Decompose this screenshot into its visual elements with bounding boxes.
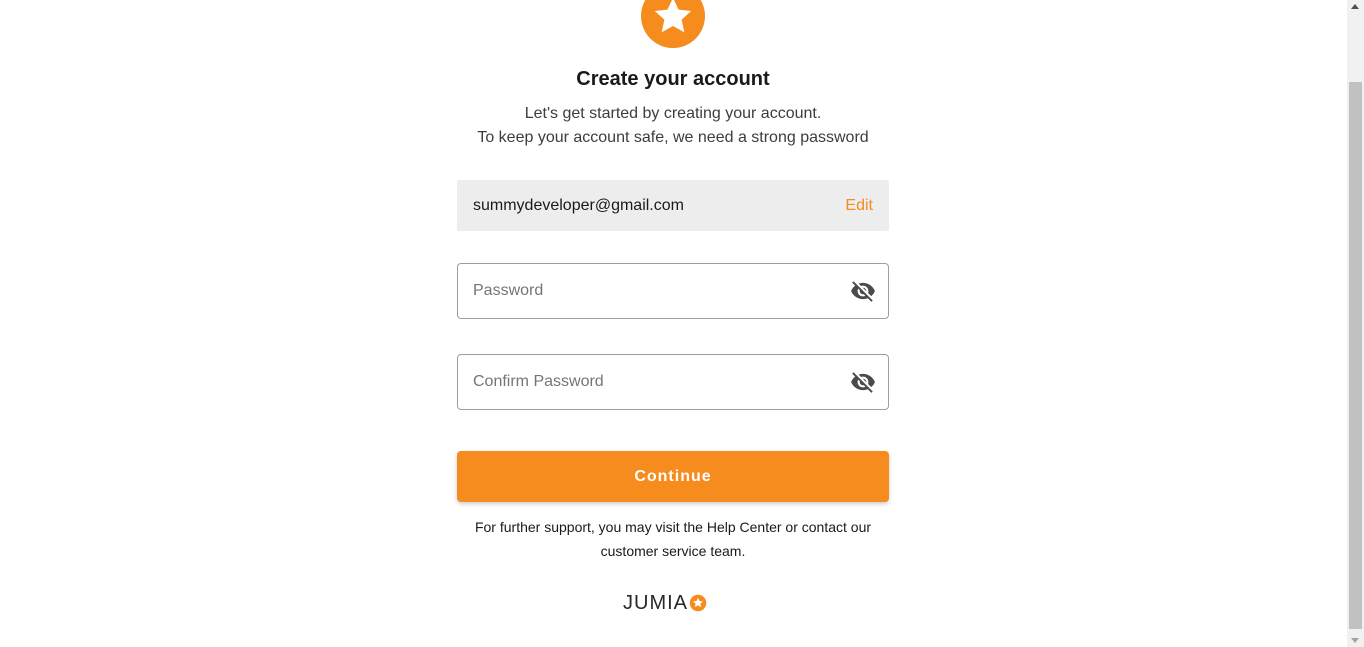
email-value: summydeveloper@gmail.com bbox=[473, 196, 684, 214]
eye-off-icon bbox=[851, 281, 875, 302]
star-icon bbox=[689, 594, 707, 612]
password-input[interactable] bbox=[458, 264, 849, 318]
scroll-up-icon[interactable] bbox=[1351, 4, 1359, 9]
subtitle-line-2: To keep your account safe, we need a str… bbox=[477, 129, 869, 146]
brand-logo: JUMIA bbox=[623, 592, 707, 614]
signup-page: Create your account Let's get started by… bbox=[0, 0, 1364, 647]
confirm-password-field bbox=[457, 354, 889, 410]
edit-email-link[interactable]: Edit bbox=[845, 197, 873, 215]
password-field bbox=[457, 263, 889, 319]
scroll-thumb[interactable] bbox=[1349, 82, 1362, 629]
subtitle-line-1: Let's get started by creating your accou… bbox=[524, 105, 822, 122]
password-visibility-toggle[interactable] bbox=[849, 277, 877, 305]
vertical-scrollbar[interactable] bbox=[1347, 0, 1364, 647]
continue-button[interactable]: Continue bbox=[457, 451, 889, 502]
email-display: summydeveloper@gmail.com Edit bbox=[457, 180, 889, 231]
confirm-password-input[interactable] bbox=[458, 355, 849, 409]
brand-name: JUMIA bbox=[623, 591, 688, 614]
scroll-down-icon[interactable] bbox=[1351, 638, 1359, 643]
support-text: For further support, you may visit the H… bbox=[474, 519, 872, 559]
star-logo-icon bbox=[641, 0, 705, 48]
confirm-password-visibility-toggle[interactable] bbox=[849, 368, 877, 396]
page-subtitle: Let's get started by creating your accou… bbox=[0, 102, 1346, 150]
eye-off-icon bbox=[851, 372, 875, 393]
page-title: Create your account bbox=[576, 68, 770, 90]
